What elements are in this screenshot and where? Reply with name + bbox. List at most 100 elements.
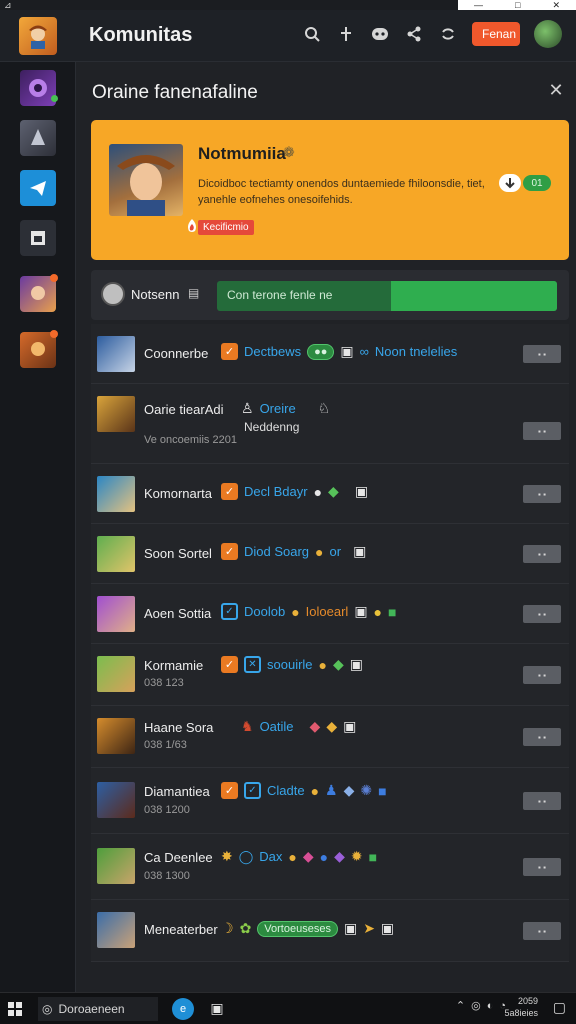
- row-tag[interactable]: Vortoeuseses: [257, 920, 338, 937]
- row-name: Coonnerbe: [144, 346, 209, 361]
- list-item[interactable]: Meneaterber ☽ ✿ Vortoeuseses ▣ ➤ ▣ ▪ ▪: [91, 900, 569, 962]
- row-tag[interactable]: Dectbews: [244, 344, 301, 359]
- row-tag-extra: Ioloearl: [305, 604, 349, 619]
- sidebar-item-game-1[interactable]: [20, 70, 58, 106]
- row-tag[interactable]: Dax: [259, 849, 282, 864]
- sidebar-item-game-6[interactable]: [20, 330, 58, 368]
- list-item[interactable]: Aoen Sottia ✓ Doolob ● Ioloearl ▣ ● ■ ▪ …: [91, 584, 569, 644]
- maximize-button[interactable]: □: [515, 0, 520, 10]
- notification-dot: [50, 274, 58, 282]
- list-item[interactable]: Ca Deenlee 038 1300 ✸ ◯ Dax ● ◆ ● ◆ ✹ ■ …: [91, 834, 569, 900]
- list-item[interactable]: Coonnerbe ✓ Dectbews ●● ▣ ∞ Noon tneleli…: [91, 324, 569, 384]
- notification-icon[interactable]: ▢: [553, 999, 566, 1016]
- row-tag[interactable]: Oatile: [260, 719, 294, 734]
- gem-icon: ◆: [302, 848, 314, 864]
- diamond-icon: ◆: [343, 782, 355, 798]
- figure-icon: ♟: [325, 782, 338, 798]
- header-actions: Fenan: [302, 20, 562, 48]
- row-action-button[interactable]: ▪ ▪: [523, 728, 561, 746]
- row-tag-2[interactable]: Noon tnelelies: [375, 344, 457, 359]
- download-icon[interactable]: [499, 174, 521, 192]
- refresh-icon[interactable]: [438, 24, 458, 44]
- sidebar-item-telegram[interactable]: [20, 170, 56, 206]
- row-tag[interactable]: Oreire: [260, 401, 296, 416]
- share-icon[interactable]: [404, 24, 424, 44]
- list-item[interactable]: Komornarta ✓ Decl Bdayr ● ◆ ▣ ▪ ▪: [91, 464, 569, 524]
- avatar: [97, 848, 135, 884]
- row-action-button[interactable]: ▪ ▪: [523, 545, 561, 563]
- member-input[interactable]: Con terone fenle ne: [217, 281, 557, 311]
- user-avatar[interactable]: [534, 20, 562, 48]
- close-window-button[interactable]: ✕: [552, 0, 560, 11]
- star-icon: ✹: [350, 848, 363, 864]
- chest-icon: ▣: [340, 343, 354, 359]
- follow-button[interactable]: Fenan: [472, 22, 520, 46]
- shield-icon: ■: [368, 848, 378, 865]
- clock[interactable]: 2059 5a8ieies: [504, 995, 538, 1019]
- coin-icon: ●: [315, 543, 324, 560]
- network-icon[interactable]: ◎: [471, 999, 481, 1012]
- chest-icon: ▣: [354, 483, 369, 499]
- row-subtitle: Ve oncoemiis 2201: [144, 434, 237, 446]
- volume-icon[interactable]: ◐: [487, 1000, 494, 1012]
- discord-icon[interactable]: [370, 24, 390, 44]
- keyboard-icon[interactable]: ▤: [188, 286, 199, 300]
- row-tag[interactable]: soouirle: [267, 657, 313, 672]
- row-tags: ♙ Oreire ♘: [241, 400, 330, 417]
- featured-card[interactable]: Notmumiia ❁ Dicoidboc tectiamty onendos …: [91, 120, 569, 260]
- store-icon[interactable]: ▣: [206, 998, 228, 1020]
- featured-description: Dicoidboc tectiamty onendos duntaemiede …: [198, 178, 485, 206]
- system-tray: ⌃ ◎ ◐ ◔: [456, 999, 506, 1013]
- list-item[interactable]: Diamantiea 038 1200 ✓ ✓ Cladte ● ♟ ◆ ✺ ■…: [91, 768, 569, 834]
- notification-dot: [50, 330, 58, 338]
- chest-icon: ▣: [349, 656, 364, 672]
- character-icon: ♘: [317, 400, 331, 416]
- sidebar-item-game-2[interactable]: [20, 120, 56, 156]
- gem-icon: ◆: [309, 718, 321, 734]
- list-item[interactable]: Oarie tiearAdi Ve oncoemiis 2201 ♙ Oreir…: [91, 384, 569, 464]
- row-tag[interactable]: Diod Soarg: [244, 544, 309, 559]
- star-icon: ●: [373, 603, 383, 620]
- character-logo-icon: [29, 25, 47, 49]
- member-list: Coonnerbe ✓ Dectbews ●● ▣ ∞ Noon tneleli…: [91, 324, 569, 962]
- list-item[interactable]: Kormamie 038 123 ✓ ✕ soouirle ● ◆ ▣ ▪ ▪: [91, 644, 569, 706]
- edge-icon[interactable]: e: [172, 997, 194, 1020]
- row-subtitle: 038 1/63: [144, 739, 187, 751]
- row-tag[interactable]: Decl Bdayr: [244, 484, 308, 499]
- row-action-button[interactable]: ▪ ▪: [523, 422, 561, 440]
- row-action-button[interactable]: ▪ ▪: [523, 858, 561, 876]
- list-item[interactable]: Haane Sora 038 1/63 ♞ Oatile ◆ ◆ ▣ ▪ ▪: [91, 706, 569, 768]
- hero-portrait-icon: [117, 155, 175, 216]
- chevron-up-icon[interactable]: ⌃: [456, 999, 465, 1012]
- minimize-button[interactable]: —: [474, 0, 483, 10]
- pin-icon[interactable]: [336, 24, 356, 44]
- clock-line-1: 2059: [517, 996, 538, 1006]
- row-action-button[interactable]: ▪ ▪: [523, 345, 561, 363]
- row-action-button[interactable]: ▪ ▪: [523, 605, 561, 623]
- featured-status: 01: [499, 174, 551, 192]
- row-subtitle: 038 123: [144, 677, 184, 689]
- featured-art: [109, 144, 183, 216]
- windows-start-icon[interactable]: [8, 1001, 22, 1016]
- game-6-icon: [31, 342, 45, 356]
- row-action-button[interactable]: ▪ ▪: [523, 922, 561, 940]
- sidebar-item-game-5[interactable]: [20, 274, 58, 312]
- banana-icon: ☽: [221, 920, 234, 936]
- row-tag[interactable]: Cladte: [267, 783, 305, 798]
- game-1-icon: [29, 79, 47, 97]
- row-action-button[interactable]: ▪ ▪: [523, 666, 561, 684]
- taskbar-search[interactable]: ◎ Doroaeneen: [38, 996, 158, 1021]
- flame-icon: [186, 219, 198, 236]
- row-tag[interactable]: Doolob: [244, 604, 285, 619]
- list-item[interactable]: Soon Sortel ✓ Diod Soarg ● or ▣ ▪ ▪: [91, 524, 569, 584]
- search-icon[interactable]: [302, 24, 322, 44]
- row-action-button[interactable]: ▪ ▪: [523, 792, 561, 810]
- app-logo[interactable]: [19, 16, 57, 55]
- featured-tag[interactable]: Kecificmio: [198, 220, 254, 235]
- orb-icon: ✺: [360, 782, 373, 798]
- star-icon: ◆: [326, 718, 338, 734]
- row-action-button[interactable]: ▪ ▪: [523, 485, 561, 503]
- close-icon[interactable]: ✕: [546, 80, 566, 100]
- sidebar-item-app-4[interactable]: [20, 220, 56, 256]
- row-extra: Neddenng: [244, 420, 300, 434]
